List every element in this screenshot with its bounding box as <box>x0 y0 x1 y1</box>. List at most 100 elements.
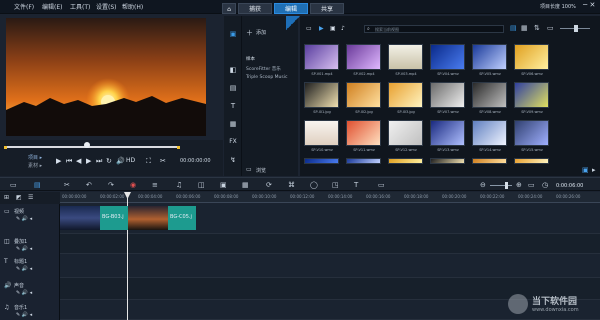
tab-capture[interactable]: 捕获 <box>238 3 272 14</box>
next-frame-icon[interactable]: ▶ <box>86 157 91 165</box>
audio-filter-icon[interactable]: ♪ <box>341 25 345 32</box>
time-ruler[interactable]: 00:00:00:00 00:00:02:00 00:00:04:00 00:00:0… <box>60 192 600 203</box>
tab-edit[interactable]: 编辑 <box>274 3 308 14</box>
video-clip[interactable]: BG-C05.j <box>128 206 196 230</box>
hd-button[interactable]: HD <box>126 157 135 165</box>
preview-timecode[interactable]: 00:00:00:00 <box>180 157 211 165</box>
window-controls-icon[interactable]: ─ ✕ <box>583 1 595 9</box>
library-thumbnail[interactable] <box>346 158 381 164</box>
home-button[interactable]: ⌂ <box>222 3 236 14</box>
subtitle-editor-icon[interactable]: ▣ <box>220 181 227 189</box>
folder-triple-scoop[interactable]: Triple Scoop Music <box>246 75 287 80</box>
library-thumbnail[interactable] <box>388 120 423 146</box>
library-thumbnail[interactable] <box>514 44 549 70</box>
ripple-edit-icon[interactable]: ☰ <box>28 194 33 201</box>
menu-help[interactable]: 帮助(H) <box>122 2 143 11</box>
library-thumbnail[interactable] <box>514 82 549 108</box>
redo-icon[interactable]: ↷ <box>108 181 114 189</box>
library-thumbnail[interactable] <box>514 120 549 146</box>
title-icon[interactable]: T <box>227 100 239 112</box>
record-capture-icon[interactable]: ◉ <box>130 181 136 189</box>
scrub-handle[interactable] <box>84 142 90 148</box>
sound-mixer-icon[interactable]: ≡ <box>152 181 158 189</box>
folder-icon[interactable]: ▭ <box>306 25 312 32</box>
menu-settings[interactable]: 设置(S) <box>96 2 117 11</box>
media-icon[interactable]: ▣ <box>227 28 239 40</box>
track-controls-icon[interactable]: ✎ 🔊 ◂ <box>16 246 32 252</box>
scene-icon[interactable]: ▭ <box>378 181 385 189</box>
volume-icon[interactable]: 🔊 <box>116 157 125 165</box>
split-screen-icon[interactable]: T <box>354 181 358 189</box>
track-row[interactable] <box>60 254 600 278</box>
library-thumbnail[interactable] <box>304 44 339 70</box>
library-thumbnail[interactable] <box>388 158 423 164</box>
library-thumbnail[interactable] <box>472 120 507 146</box>
split-icon[interactable]: ✂ <box>160 157 166 165</box>
fit-project-icon[interactable]: ▭ <box>528 181 535 189</box>
end-icon[interactable]: ⏭ <box>96 157 102 165</box>
browse-icon[interactable]: ▭ <box>246 166 252 173</box>
video-filter-icon[interactable]: ▶ <box>319 25 324 32</box>
clip-mode-label[interactable]: 素材 ▸ <box>28 162 42 170</box>
pan-zoom-icon[interactable]: ◯ <box>310 181 318 189</box>
zoom-out-icon[interactable]: ⊖ <box>480 181 486 189</box>
folder-scorefitter[interactable]: ScoreFitter 音乐 <box>246 66 281 72</box>
library-thumbnail[interactable] <box>304 158 339 164</box>
zoom-in-icon[interactable]: ⊕ <box>516 181 522 189</box>
graphic-icon[interactable]: ▦ <box>227 118 239 130</box>
library-thumbnail[interactable] <box>430 120 465 146</box>
track-controls-icon[interactable]: ✎ 🔊 ◂ <box>16 216 32 222</box>
track-controls-icon[interactable]: ✎ 🔊 ◂ <box>16 312 32 318</box>
library-thumbnail[interactable] <box>430 82 465 108</box>
home-start-icon[interactable]: ⏮ <box>66 157 72 165</box>
preview-window[interactable] <box>6 18 206 136</box>
trim-marker-out[interactable] <box>177 146 180 149</box>
library-thumbnail[interactable] <box>514 158 549 164</box>
menu-file[interactable]: 文件(F) <box>14 2 34 11</box>
library-thumbnail[interactable] <box>472 44 507 70</box>
project-mode-label[interactable]: 项目 ▸ <box>28 154 42 162</box>
zoom-slider[interactable] <box>490 185 512 186</box>
motion-tracking-icon[interactable]: ◫ <box>198 181 205 189</box>
storyboard-view-icon[interactable]: ▭ <box>10 181 17 189</box>
menu-tools[interactable]: 工具(T) <box>70 2 90 11</box>
tab-share[interactable]: 共享 <box>310 3 344 14</box>
library-thumbnail[interactable] <box>304 120 339 146</box>
auto-music-icon[interactable]: ♫ <box>176 181 182 189</box>
library-thumbnail[interactable] <box>388 44 423 70</box>
3d-title-icon[interactable]: ◳ <box>332 181 339 189</box>
track-manager-icon[interactable]: ⊞ <box>4 194 9 201</box>
play-icon[interactable]: ▶ <box>56 157 61 165</box>
prev-frame-icon[interactable]: ◀ <box>76 157 81 165</box>
track-manager[interactable]: ⊞ ◩ ☰ <box>0 192 60 204</box>
repeat-icon[interactable]: ↻ <box>106 157 112 165</box>
video-clip[interactable]: BG-B03.j <box>60 206 128 230</box>
instant-project-icon[interactable]: ◧ <box>227 64 239 76</box>
zoom-handle[interactable] <box>505 182 508 189</box>
photo-filter-icon[interactable]: ▣ <box>330 25 336 32</box>
library-thumbnail[interactable] <box>430 44 465 70</box>
multi-camera-icon[interactable]: ▦ <box>242 181 249 189</box>
library-thumbnail[interactable] <box>472 82 507 108</box>
undo-icon[interactable]: ↶ <box>86 181 92 189</box>
browse-label[interactable]: 浏览 <box>256 167 266 174</box>
thumb-size-handle[interactable] <box>574 25 578 32</box>
scrub-bar[interactable] <box>4 146 180 148</box>
track-controls-icon[interactable]: ✎ 🔊 ◂ <box>16 266 32 272</box>
filter-icon[interactable]: FX <box>227 136 239 148</box>
add-folder-label[interactable]: 添加 <box>256 29 266 36</box>
grid-view-icon[interactable]: ▦ <box>521 24 528 32</box>
timeline-timecode[interactable]: 0:00:06:00 <box>556 182 583 190</box>
library-thumbnail[interactable] <box>388 82 423 108</box>
trim-marker-in[interactable] <box>4 146 7 149</box>
timeline-view-icon[interactable]: ▤ <box>34 181 41 189</box>
sort-icon[interactable]: ⇅ <box>534 24 540 32</box>
search-box[interactable]: ⌕ 搜索当前视图 <box>364 25 504 33</box>
library-thumbnail[interactable] <box>346 44 381 70</box>
library-thumbnail[interactable] <box>430 158 465 164</box>
transition-icon[interactable]: ▤ <box>227 82 239 94</box>
panel-corner-tab[interactable] <box>286 16 300 30</box>
fullscreen-icon[interactable]: ⛶ <box>146 157 151 165</box>
add-chapter-icon[interactable]: ◩ <box>16 194 22 201</box>
path-icon[interactable]: ↯ <box>227 154 239 166</box>
